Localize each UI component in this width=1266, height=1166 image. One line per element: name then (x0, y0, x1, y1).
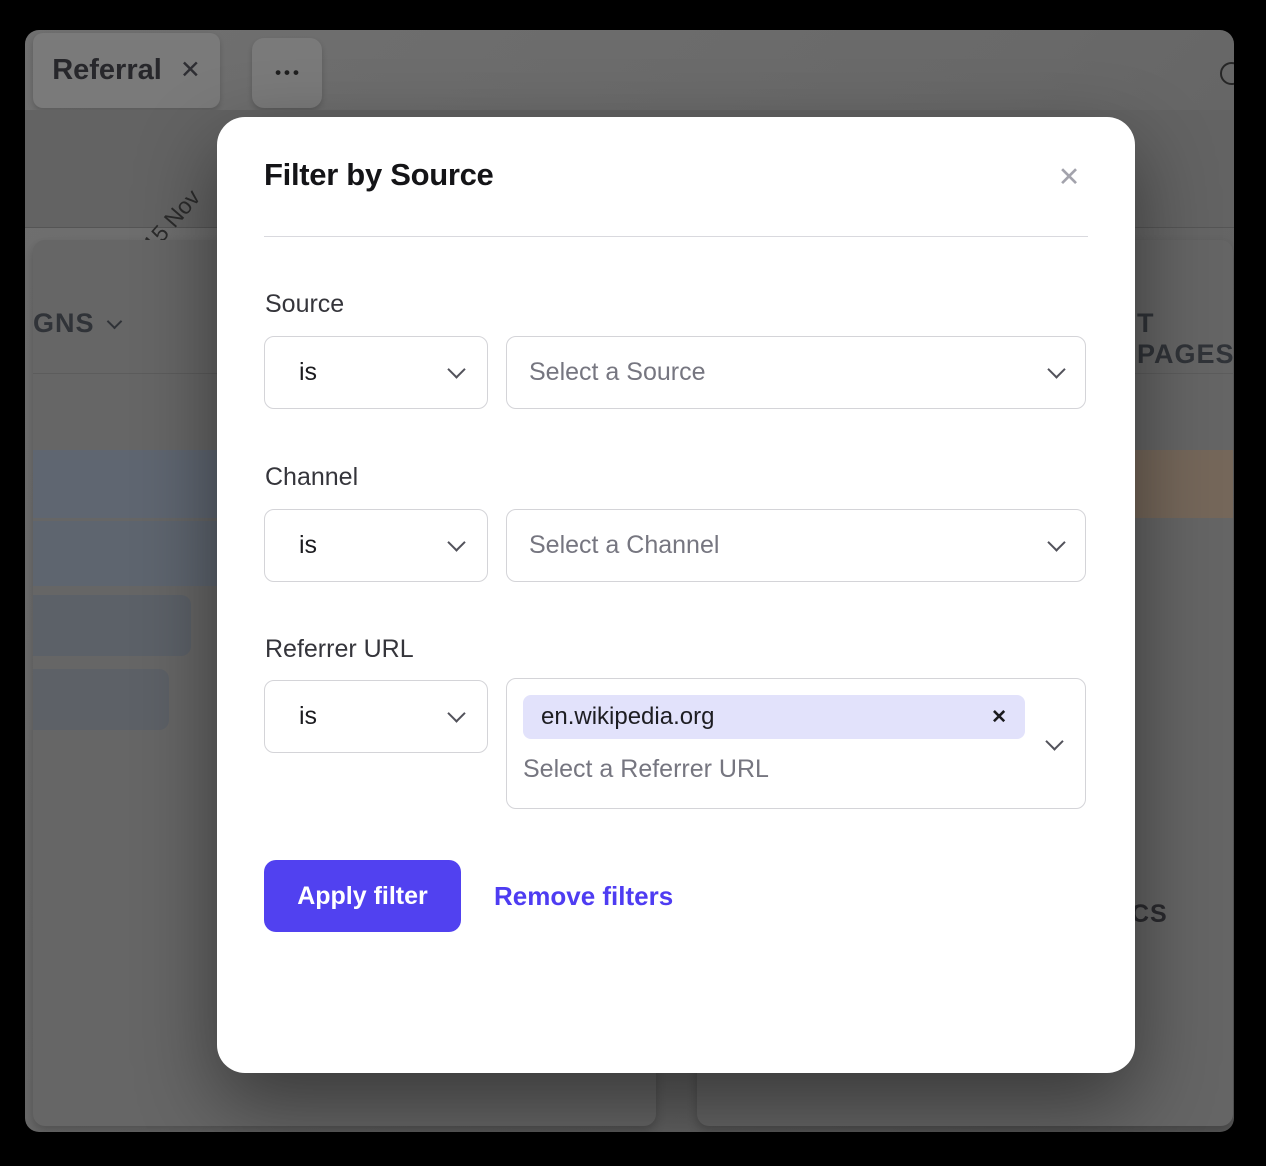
channel-value-select[interactable]: Select a Channel (506, 509, 1086, 582)
filter-by-source-dialog: Filter by Source ✕ Source is Select a So… (217, 117, 1135, 1073)
chevron-down-icon (1045, 732, 1063, 750)
channel-operator-select[interactable]: is (264, 509, 488, 582)
channel-field-label: Channel (265, 463, 358, 492)
source-field-label: Source (265, 290, 344, 319)
background-topbar: Referral ✕ ••• (25, 30, 1234, 110)
selected-referrer-chip: en.wikipedia.org ✕ (523, 695, 1025, 739)
bar-row (33, 669, 169, 730)
campaigns-header-label: GNS (33, 308, 95, 339)
metrics-partial-label: CS (1131, 900, 1168, 929)
source-operator-value: is (299, 358, 450, 387)
dialog-title: Filter by Source (264, 157, 494, 193)
referral-tab-label: Referral (52, 54, 162, 87)
referrer-url-field-label: Referrer URL (265, 635, 414, 664)
chevron-down-icon (447, 704, 465, 722)
ellipsis-icon: ••• (272, 63, 302, 83)
selected-referrer-value: en.wikipedia.org (541, 703, 991, 731)
source-operator-select[interactable]: is (264, 336, 488, 409)
chevron-down-icon (447, 360, 465, 378)
exit-pages-header: T PAGES (1137, 308, 1234, 370)
search-icon[interactable] (1220, 62, 1234, 85)
referral-filter-tab[interactable]: Referral ✕ (33, 33, 220, 108)
remove-filters-link[interactable]: Remove filters (494, 860, 673, 932)
chevron-down-icon (106, 314, 122, 330)
source-value-select[interactable]: Select a Source (506, 336, 1086, 409)
referrer-operator-select[interactable]: is (264, 680, 488, 753)
remove-chip-icon[interactable]: ✕ (991, 706, 1007, 729)
chevron-down-icon (1047, 360, 1065, 378)
divider (264, 236, 1088, 237)
chevron-down-icon (1047, 533, 1065, 551)
source-select-placeholder: Select a Source (529, 358, 1050, 387)
campaigns-header[interactable]: GNS (33, 308, 120, 339)
more-options-button[interactable]: ••• (252, 38, 322, 108)
channel-operator-value: is (299, 531, 450, 560)
bar-row (33, 595, 191, 656)
tab-close-icon[interactable]: ✕ (180, 58, 201, 83)
channel-select-placeholder: Select a Channel (529, 531, 1050, 560)
referrer-url-combobox[interactable]: en.wikipedia.org ✕ Select a Referrer URL (506, 678, 1086, 809)
close-icon[interactable]: ✕ (1053, 161, 1085, 193)
apply-filter-button[interactable]: Apply filter (264, 860, 461, 932)
chevron-down-icon (447, 533, 465, 551)
referrer-operator-value: is (299, 702, 450, 731)
exit-pages-header-label: T PAGES (1137, 308, 1234, 370)
referrer-select-placeholder: Select a Referrer URL (523, 755, 769, 784)
